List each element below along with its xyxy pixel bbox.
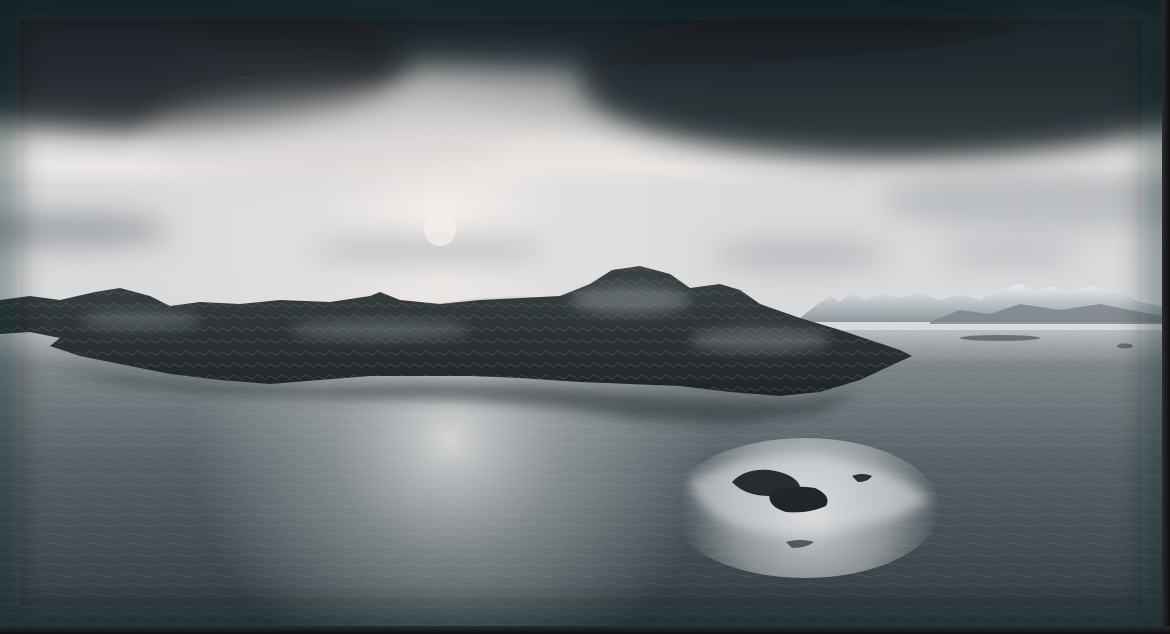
- landscape-illustration: [0, 0, 1162, 626]
- frame-edge-right: [1162, 0, 1170, 634]
- sun: [424, 214, 456, 246]
- frame-edge-bottom: [0, 626, 1170, 634]
- landscape-photo: [0, 0, 1162, 626]
- photo-frame: [0, 0, 1170, 634]
